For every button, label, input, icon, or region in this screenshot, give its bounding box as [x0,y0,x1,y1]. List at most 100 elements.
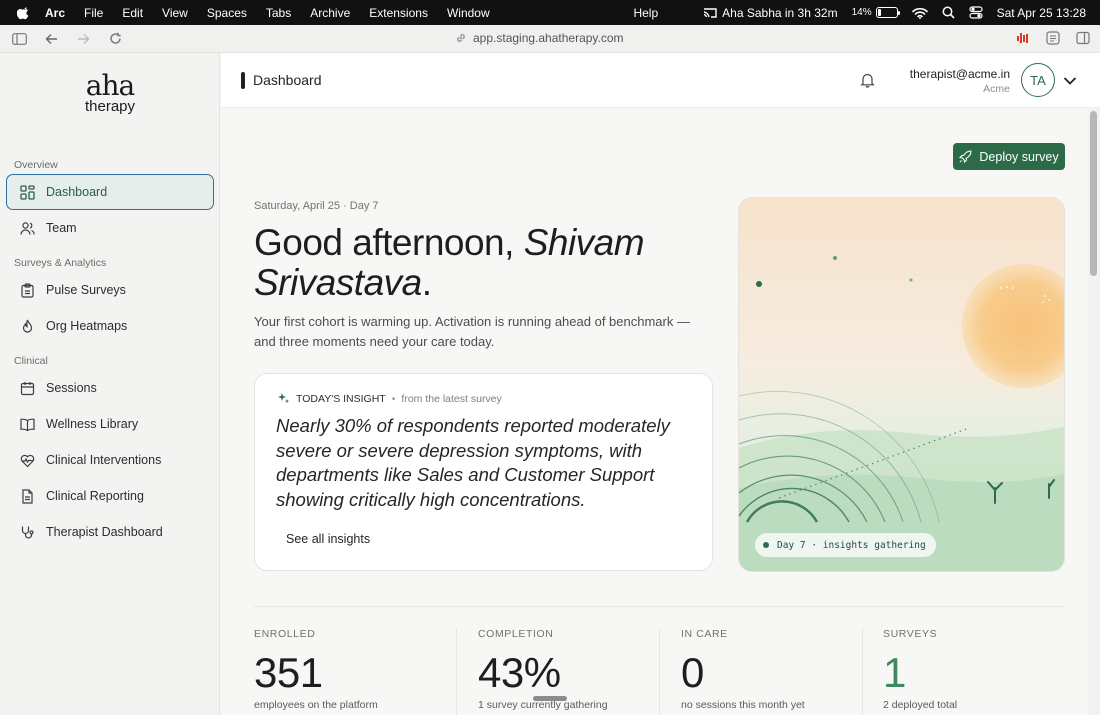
split-view-icon[interactable] [1076,31,1090,50]
stat-divider [862,628,863,715]
deploy-label: Deploy survey [979,149,1059,164]
scrollbar[interactable] [1088,109,1100,715]
browser-toolbar: app.staging.ahatherapy.com [0,25,1100,53]
menu-view[interactable]: View [162,6,188,20]
section-surveys-analytics: Surveys & Analytics [14,257,107,269]
back-icon[interactable] [43,31,59,47]
sidebar-item-team[interactable]: Team [6,210,214,246]
address-bar[interactable]: app.staging.ahatherapy.com [455,31,624,45]
report-icon [22,488,33,504]
see-all-insights-link[interactable]: See all insights [286,532,370,546]
stat-divider [659,628,660,715]
control-center-icon[interactable] [968,6,983,19]
clock[interactable]: Sat Apr 25 13:28 [997,6,1086,20]
insight-header: TODAY'S INSIGHT • from the latest survey [277,392,502,405]
logo-subtitle: therapy [84,98,136,115]
heart-pulse-icon [20,454,35,467]
stat-label: COMPLETION [478,628,554,640]
calendar-icon [20,381,35,395]
reload-icon[interactable] [107,31,123,47]
sidebar-item-pulse-surveys[interactable]: Pulse Surveys [6,272,214,308]
sidebar: aha therapy Overview Dashboard Team Surv… [0,53,220,715]
reader-icon[interactable] [1046,31,1060,50]
grid-icon [20,184,35,200]
section-overview: Overview [14,159,58,171]
menu-edit[interactable]: Edit [122,6,143,20]
scroll-handle[interactable] [533,696,567,701]
section-divider [254,606,1065,607]
greeting-suffix: . [421,262,432,303]
sidebar-item-label: Pulse Surveys [46,283,126,297]
sidebar-item-wellness-library[interactable]: Wellness Library [6,406,214,442]
chevron-down-icon[interactable] [1063,73,1077,91]
greeting-heading: Good afternoon, Shivam Srivastava. [254,223,694,303]
greeting-subtitle: Your first cohort is warming up. Activat… [254,314,690,349]
forward-icon[interactable] [75,31,91,47]
sidebar-item-therapist-dashboard[interactable]: Therapist Dashboard [6,514,214,550]
flame-icon [22,319,33,333]
insight-quote: Nearly 30% of respondents reported moder… [276,415,670,510]
url-text: app.staging.ahatherapy.com [473,31,624,45]
day-status-pill: Day 7 · insights gathering [755,533,936,557]
stat-label: IN CARE [681,628,728,640]
section-clinical: Clinical [14,355,48,367]
menu-arc[interactable]: Arc [45,6,65,20]
hero-illustration: Day 7 · insights gathering [738,197,1065,572]
scrollbar-thumb[interactable] [1090,111,1097,276]
wifi-icon[interactable] [911,7,928,19]
menu-archive[interactable]: Archive [310,6,350,20]
search-icon[interactable] [942,6,955,19]
sidebar-item-label: Org Heatmaps [46,319,128,333]
sidebar-item-org-heatmaps[interactable]: Org Heatmaps [6,308,214,344]
stat-value: 351 [254,649,323,696]
stethoscope-icon [21,526,34,539]
menu-help[interactable]: Help [633,6,658,20]
book-icon [20,418,35,431]
avatar[interactable]: TA [1021,63,1055,97]
stat-caption: employees on the platform [254,699,378,711]
date-line: Saturday, April 25 · Day 7 [254,200,379,212]
menu-window[interactable]: Window [447,6,490,20]
battery-status[interactable]: 14% [852,7,900,18]
aha-therapy-logo[interactable]: aha therapy [80,69,140,115]
logo-wordmark: aha [85,69,135,102]
stat-enrolled: ENROLLED 351 employees on the platform [254,628,378,711]
user-org: Acme [983,83,1010,95]
user-info[interactable]: therapist@acme.in Acme [910,67,1010,95]
stat-divider [456,628,457,715]
audio-extension-icon[interactable] [1016,31,1030,50]
sidebar-item-label: Clinical Reporting [46,489,144,503]
battery-icon [875,7,900,18]
stat-value: 43% [478,649,561,696]
day-status-text: Day 7 · insights gathering [777,539,926,551]
stat-label: ENROLLED [254,628,316,640]
apple-icon[interactable] [17,6,31,20]
todays-insight-card: TODAY'S INSIGHT • from the latest survey… [254,373,713,571]
separator-dot: • [391,392,396,405]
landscape-illustration [739,248,1064,571]
stat-label: SURVEYS [883,628,938,640]
clipboard-icon [21,282,34,298]
sidebar-item-label: Clinical Interventions [46,453,162,467]
menu-file[interactable]: File [84,6,103,20]
menu-spaces[interactable]: Spaces [207,6,247,20]
sidebar-item-clinical-interventions[interactable]: Clinical Interventions [6,442,214,478]
breadcrumb-marker [241,72,245,89]
event-label: Aha Sabha in 3h 32m [722,5,838,20]
sidebar-item-dashboard[interactable]: Dashboard [6,174,214,210]
sidebar-toggle-icon[interactable] [11,31,27,47]
calendar-event[interactable]: Aha Sabha in 3h 32m [703,5,838,20]
sidebar-item-sessions[interactable]: Sessions [6,370,214,406]
menu-extensions[interactable]: Extensions [369,6,428,20]
sidebar-item-clinical-reporting[interactable]: Clinical Reporting [6,478,214,514]
link-icon [457,34,465,42]
bell-icon[interactable] [860,72,875,93]
insight-label: TODAY'S INSIGHT [296,392,386,405]
sparkle-icon [278,393,290,404]
stat-caption: 2 deployed total [883,699,958,711]
deploy-survey-button[interactable]: Deploy survey [953,143,1065,170]
main-header: Dashboard therapist@acme.in Acme TA [221,53,1100,108]
rocket-icon [959,150,972,163]
menu-tabs[interactable]: Tabs [266,6,291,20]
stat-surveys: SURVEYS 1 2 deployed total [883,628,957,711]
